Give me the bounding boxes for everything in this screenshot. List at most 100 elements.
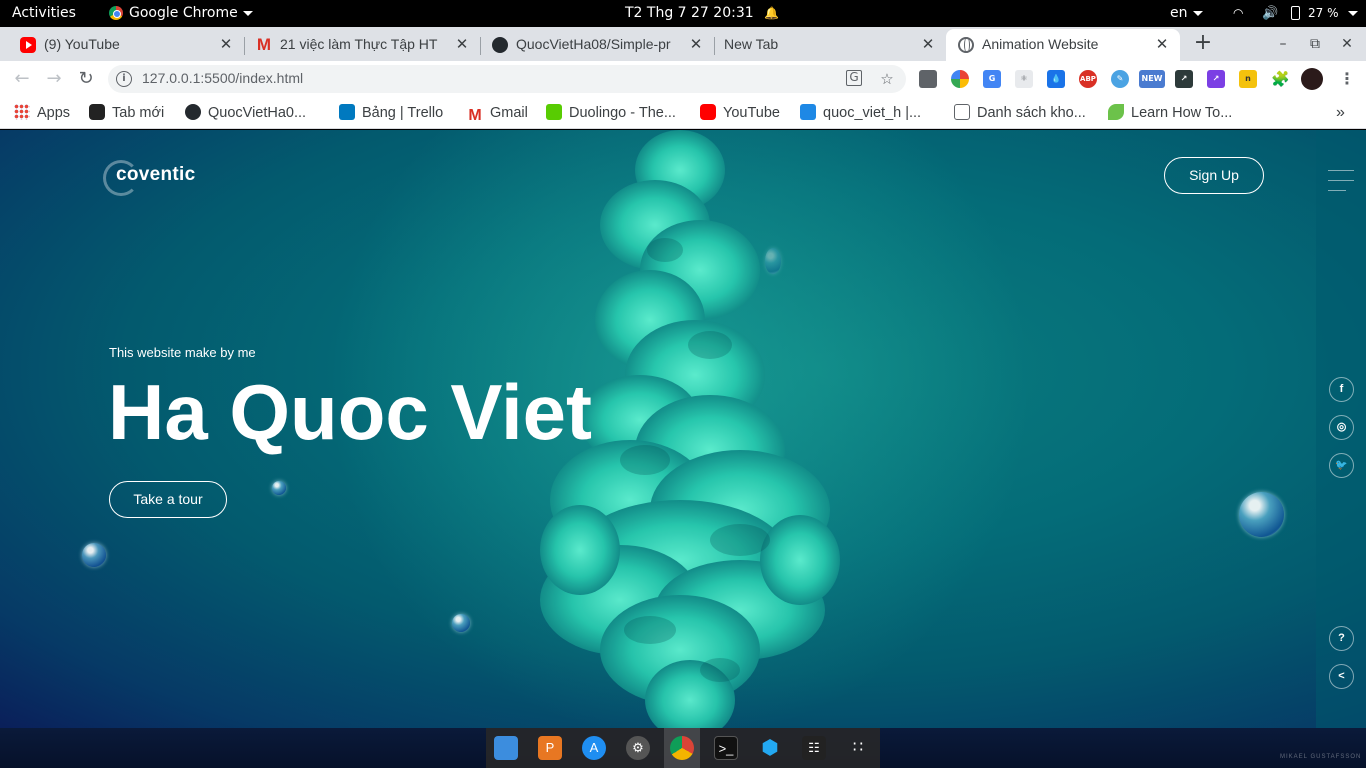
close-icon[interactable]: ✕: [218, 35, 234, 53]
reload-button[interactable]: ↻: [73, 66, 99, 92]
close-icon[interactable]: ✕: [920, 35, 936, 53]
close-icon[interactable]: ✕: [454, 35, 470, 53]
youtube-icon: [700, 104, 716, 120]
close-window-button[interactable]: ✕: [1335, 32, 1359, 56]
photo-credit: MIKAEL GUSTAFSSON: [1280, 754, 1362, 760]
extension-new-icon[interactable]: NEW: [1139, 70, 1165, 88]
gmail-icon: M: [256, 35, 272, 54]
extension-react-devtools-icon[interactable]: ⚛: [1015, 70, 1033, 88]
address-bar[interactable]: i 127.0.0.1:5500/index.html G ☆: [108, 65, 906, 93]
chevron-down-icon: [1192, 10, 1203, 16]
bubble: [82, 543, 106, 567]
coventic-logo[interactable]: coventic: [103, 158, 243, 198]
clock[interactable]: T2 Thg 7 27 20:31 🔔: [625, 0, 779, 27]
close-icon[interactable]: ✕: [1154, 35, 1170, 53]
bookmark-label: Bảng | Trello: [362, 105, 444, 121]
bookmark-youtube[interactable]: YouTube: [700, 103, 780, 123]
bookmark-gmail[interactable]: M Gmail: [467, 103, 528, 124]
facebook-icon[interactable]: f: [1329, 377, 1354, 402]
bookmark-label: Duolingo - The...: [569, 105, 676, 121]
duolingo-icon: [546, 104, 562, 120]
chevron-down-icon: [242, 10, 253, 16]
browser-toolbar: ← → ↻ i 127.0.0.1:5500/index.html G ☆ G …: [0, 61, 1366, 97]
bookmark-apps[interactable]: Apps: [14, 103, 70, 123]
extensions-puzzle-icon[interactable]: 🧩: [1271, 70, 1290, 88]
logo-text: coventic: [116, 164, 196, 185]
tab-github[interactable]: QuocVietHa08/Simple-pr ✕: [480, 29, 715, 61]
system-top-bar: Activities Google Chrome T2 Thg 7 27 20:…: [0, 0, 1366, 27]
bookmark-label: Learn How To...: [1131, 105, 1233, 121]
app-icon: [800, 104, 816, 120]
take-a-tour-button[interactable]: Take a tour: [109, 481, 227, 518]
extension-adblock-plus-icon[interactable]: ABP: [1079, 70, 1097, 88]
profile-avatar[interactable]: [1301, 68, 1323, 90]
system-status-menu[interactable]: ◠ 🔊 27 %: [1233, 0, 1358, 27]
chrome-icon[interactable]: [670, 736, 694, 760]
bookmark-label: QuocVietHa0...: [208, 105, 307, 121]
restore-window-button[interactable]: ⧉: [1303, 32, 1327, 56]
extension-colorpick-icon[interactable]: [951, 70, 969, 88]
infinity-icon: [89, 104, 105, 120]
vscode-icon[interactable]: ⬢: [758, 736, 782, 760]
keyboard-layout-label: en: [1170, 5, 1188, 21]
gmail-icon: M: [468, 107, 482, 124]
new-tab-button[interactable]: +: [1190, 31, 1216, 57]
sign-up-button[interactable]: Sign Up: [1164, 157, 1264, 194]
tab-gmail[interactable]: M 21 việc làm Thực Tập HT ✕: [244, 29, 481, 61]
instagram-icon[interactable]: ◎: [1329, 415, 1354, 440]
translate-icon[interactable]: G: [846, 70, 862, 86]
bookmark-duolingo[interactable]: Duolingo - The...: [546, 103, 676, 123]
extension-cursor-icon[interactable]: ↗: [1175, 70, 1193, 88]
extension-flipboard-icon[interactable]: [919, 70, 937, 88]
help-icon[interactable]: ?: [1329, 626, 1354, 651]
bookmark-label: Apps: [37, 105, 71, 121]
bookmarks-overflow-chevron-icon[interactable]: »: [1336, 103, 1345, 123]
github-icon: [185, 104, 201, 120]
bookmark-star-icon[interactable]: ☆: [878, 70, 896, 88]
activities-button[interactable]: Activities: [12, 0, 76, 27]
presentation-icon[interactable]: P: [538, 736, 562, 760]
tab-strip: (9) YouTube ✕ M 21 việc làm Thực Tập HT …: [0, 27, 1366, 61]
tab-new-tab[interactable]: New Tab ✕: [714, 29, 946, 61]
bookmark-danh-sach[interactable]: Danh sách kho...: [954, 103, 1086, 123]
bubble: [765, 248, 781, 274]
hamburger-menu-icon[interactable]: [1328, 170, 1354, 192]
calculator-icon[interactable]: ☷: [802, 736, 826, 760]
extension-edit-icon[interactable]: ✎: [1111, 70, 1129, 88]
bubble: [1239, 492, 1284, 537]
forward-button[interactable]: →: [41, 66, 67, 92]
site-info-icon[interactable]: i: [116, 71, 132, 87]
dock: P A ⚙ >_ ⬢ ☷ ∷: [486, 728, 880, 768]
share-icon[interactable]: <: [1329, 664, 1354, 689]
back-button[interactable]: ←: [9, 66, 35, 92]
bookmark-label: Danh sách kho...: [977, 105, 1086, 121]
files-icon[interactable]: [494, 736, 518, 760]
tab-title: QuocVietHa08/Simple-pr: [516, 36, 671, 52]
extension-folder-icon[interactable]: n: [1239, 70, 1257, 88]
bookmark-quoc-viet[interactable]: quoc_viet_h |...: [800, 103, 921, 123]
bookmarks-bar: Apps Tab mới QuocVietHa0... Bảng | Trell…: [0, 97, 1366, 129]
tab-animation-website[interactable]: Animation Website ✕: [946, 29, 1180, 61]
keyboard-layout-menu[interactable]: en: [1170, 0, 1203, 27]
address-url[interactable]: 127.0.0.1:5500/index.html: [142, 70, 303, 86]
app-menu[interactable]: Google Chrome: [109, 0, 253, 27]
app-store-icon[interactable]: A: [582, 736, 606, 760]
settings-gear-icon[interactable]: ⚙: [626, 736, 650, 760]
extension-google-translate-icon[interactable]: G: [983, 70, 1001, 88]
bookmark-learn-how[interactable]: Learn How To...: [1108, 103, 1232, 123]
show-applications-icon[interactable]: ∷: [846, 736, 870, 760]
bookmark-trello[interactable]: Bảng | Trello: [339, 103, 443, 123]
chrome-menu-icon[interactable]: ⋮: [1338, 70, 1356, 88]
page-viewport: coventic Sign Up f ◎ 🐦 ? < This website …: [0, 130, 1366, 728]
globe-icon: [958, 37, 974, 53]
bookmark-github[interactable]: QuocVietHa0...: [185, 103, 306, 123]
minimize-window-button[interactable]: –: [1271, 32, 1295, 56]
bookmark-tab-moi[interactable]: Tab mới: [89, 103, 164, 123]
bookmark-label: quoc_viet_h |...: [823, 105, 922, 121]
extension-purple-icon[interactable]: ↗: [1207, 70, 1225, 88]
terminal-icon[interactable]: >_: [714, 736, 738, 760]
close-icon[interactable]: ✕: [688, 35, 704, 53]
extension-water-icon[interactable]: 💧: [1047, 70, 1065, 88]
twitter-icon[interactable]: 🐦: [1329, 453, 1354, 478]
tab-youtube[interactable]: (9) YouTube ✕: [8, 29, 245, 61]
